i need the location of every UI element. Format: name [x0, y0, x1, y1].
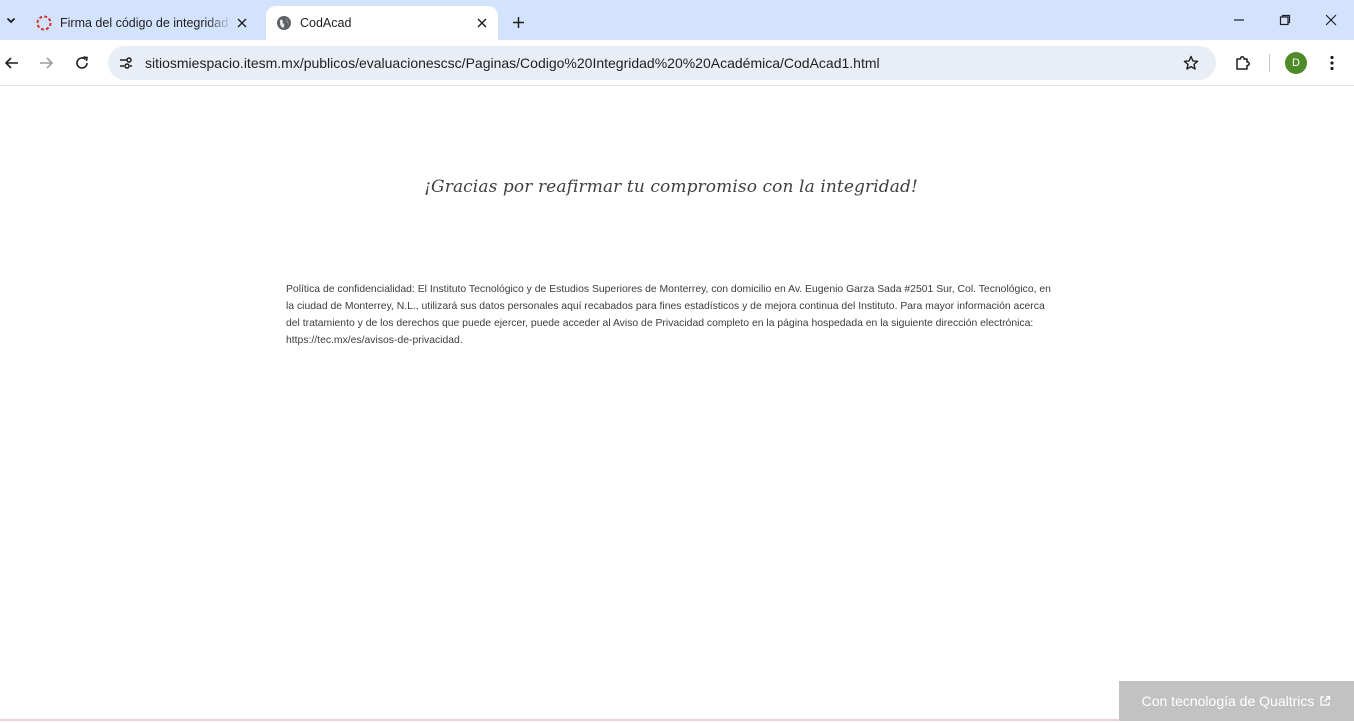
- profile-avatar[interactable]: D: [1285, 52, 1307, 74]
- address-bar[interactable]: sitiosmiespacio.itesm.mx/publicos/evalua…: [108, 46, 1216, 80]
- tune-icon: [120, 57, 132, 69]
- plus-icon: [512, 16, 524, 28]
- close-tab-button[interactable]: [232, 13, 252, 33]
- reload-icon: [76, 56, 88, 69]
- globe-icon: [277, 16, 291, 30]
- minimize-icon: [1234, 19, 1244, 21]
- loading-spinner-icon: [36, 15, 52, 31]
- toolbar-divider: [1269, 54, 1270, 72]
- privacy-notice: Política de confidencialidad: El Institu…: [286, 284, 1051, 346]
- tab-strip: Firma del código de integridad CodAcad: [0, 0, 1354, 40]
- close-icon: [237, 18, 247, 28]
- site-info-button[interactable]: [116, 53, 136, 73]
- close-window-button[interactable]: [1316, 8, 1346, 32]
- star-icon: [1183, 55, 1199, 70]
- qualtrics-badge-link[interactable]: Con tecnología de Qualtrics: [1119, 681, 1354, 721]
- tab-title: Firma del código de integridad: [60, 16, 229, 30]
- extensions-button[interactable]: [1231, 51, 1255, 75]
- chevron-down-icon: [6, 17, 16, 24]
- more-vert-icon: [1330, 55, 1334, 71]
- bookmark-button[interactable]: [1180, 52, 1202, 74]
- browser-toolbar: sitiosmiespacio.itesm.mx/publicos/evalua…: [0, 40, 1354, 86]
- qualtrics-badge-label: Con tecnología de Qualtrics: [1141, 693, 1315, 709]
- menu-button[interactable]: [1320, 51, 1344, 75]
- reload-button[interactable]: [70, 51, 94, 75]
- bottom-border: [0, 719, 1119, 721]
- page-content: ¡Gracias por reafirmar tu compromiso con…: [0, 87, 1354, 723]
- external-link-icon: [1320, 695, 1331, 706]
- forward-button[interactable]: [34, 51, 58, 75]
- minimize-button[interactable]: [1224, 8, 1254, 32]
- arrow-left-icon: [4, 57, 18, 69]
- thanks-message: ¡Gracias por reafirmar tu compromiso con…: [424, 177, 918, 197]
- tab-title: CodAcad: [300, 16, 352, 30]
- tab-codacad[interactable]: CodAcad: [266, 6, 498, 40]
- new-tab-button[interactable]: [506, 10, 530, 34]
- puzzle-icon: [1236, 56, 1250, 70]
- close-icon: [477, 18, 487, 28]
- tab-firma[interactable]: Firma del código de integridad: [26, 6, 258, 40]
- url-text[interactable]: sitiosmiespacio.itesm.mx/publicos/evalua…: [145, 55, 880, 71]
- close-icon: [1325, 14, 1337, 26]
- tab-search-button[interactable]: [0, 8, 22, 32]
- arrow-right-icon: [40, 57, 54, 69]
- back-button[interactable]: [0, 51, 24, 75]
- restore-button[interactable]: [1270, 8, 1300, 32]
- restore-icon: [1279, 14, 1291, 26]
- close-tab-button[interactable]: [472, 13, 492, 33]
